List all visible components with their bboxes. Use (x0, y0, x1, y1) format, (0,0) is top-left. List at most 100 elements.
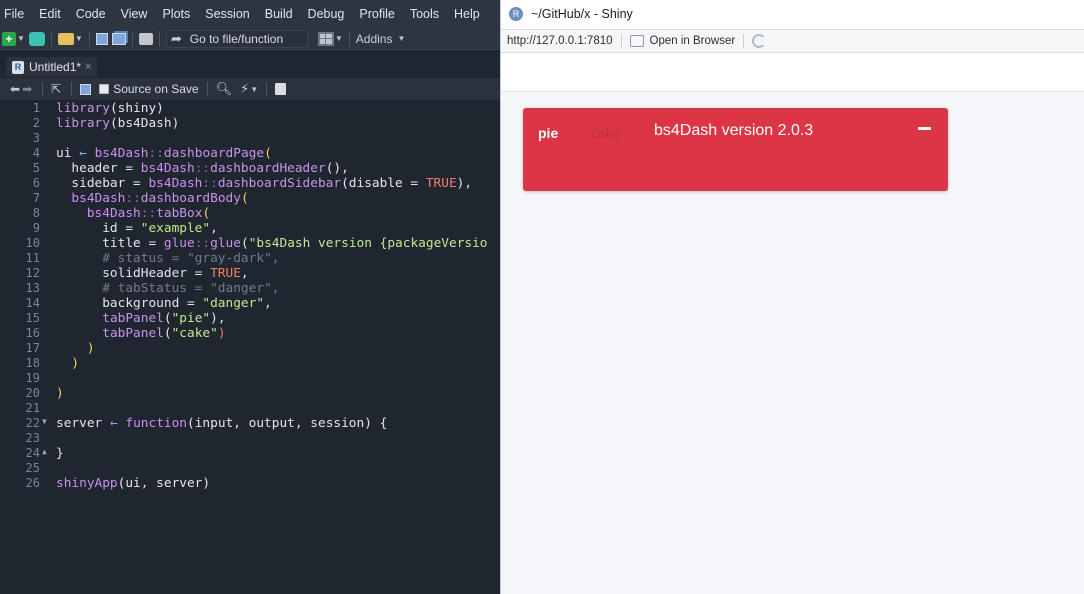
save-button[interactable] (95, 30, 108, 48)
back-arrow-icon[interactable]: ⬅ (10, 82, 20, 96)
code-line: 20) (25, 386, 64, 401)
menu-session[interactable]: Session (205, 7, 249, 21)
tab-box: pie cake bs4Dash version 2.0.3 (523, 108, 948, 191)
menu-plots[interactable]: Plots (162, 7, 190, 21)
fold-close-icon[interactable]: ▲ (42, 447, 50, 456)
toolbar-divider (348, 30, 350, 47)
tab-cake[interactable]: cake (591, 125, 621, 141)
code-line: 23 (25, 431, 40, 445)
toolbar-divider (131, 30, 133, 47)
menu-view[interactable]: View (121, 7, 148, 21)
goto-arrow-icon: ➦ (170, 30, 182, 46)
code-line: 4 ui ← bs4Dash::dashboardPage( (32, 146, 272, 161)
shiny-viewer-window: R ~/GitHub/x - Shiny http://127.0.0.1:78… (500, 0, 1084, 594)
chevron-down-icon: ▼ (17, 34, 25, 43)
menu-build[interactable]: Build (265, 7, 293, 21)
code-line: 10 title = glue::glue("bs4Dash version {… (25, 236, 488, 251)
toolbar-divider (71, 82, 73, 96)
menu-file[interactable]: File (4, 7, 24, 21)
toolbar-divider (266, 82, 268, 96)
code-line: 18 ) (25, 356, 80, 371)
addins-label: Addins (355, 31, 393, 46)
code-line: 17 ) (25, 341, 95, 356)
collapse-minus-icon[interactable] (918, 127, 931, 130)
menu-tools[interactable]: Tools (410, 7, 439, 21)
code-line: 15 tabPanel("pie"), (25, 311, 226, 326)
code-line: 3 (32, 131, 40, 145)
code-line: 19 (25, 371, 40, 385)
viewer-url-bar: http://127.0.0.1:7810 Open in Browser (501, 29, 1084, 53)
menu-help[interactable]: Help (454, 7, 480, 21)
code-line: 9 id = "example", (32, 221, 218, 236)
toolbar-divider (158, 30, 160, 47)
fold-open-icon[interactable]: ▼ (42, 417, 50, 426)
dashboard-header (501, 54, 1084, 92)
grid-icon (317, 31, 334, 46)
refresh-icon[interactable] (752, 34, 767, 48)
save-icon[interactable] (80, 83, 92, 95)
dashboard-body: pie cake bs4Dash version 2.0.3 (501, 93, 1084, 594)
viewer-url[interactable]: http://127.0.0.1:7810 (507, 35, 613, 47)
toolbar-divider (206, 82, 208, 96)
source-on-save-label: Source on Save (113, 82, 199, 96)
code-line: 13 # tabStatus = "danger", (25, 281, 280, 296)
r-script-icon: R (12, 60, 24, 74)
chevron-down-icon: ▼ (397, 34, 406, 43)
file-tab-label: Untitled1* (29, 60, 82, 74)
main-toolbar: + ▼ ▼ ➦ Go to file/function ▼ Addins ▼ (0, 28, 500, 50)
pane-layout-button[interactable]: ▼ (317, 30, 343, 48)
r-logo-icon: R (509, 7, 523, 21)
browser-icon (629, 35, 644, 47)
menu-edit[interactable]: Edit (39, 7, 61, 21)
show-in-window-icon[interactable]: ⇱ (51, 82, 61, 96)
open-in-browser-button[interactable]: Open in Browser (650, 35, 736, 47)
new-project-button[interactable] (28, 30, 45, 48)
addins-button[interactable]: Addins ▼ (356, 30, 406, 48)
code-line: 14 background = "danger", (25, 296, 272, 311)
go-to-file-input[interactable]: ➦ Go to file/function (165, 29, 308, 48)
code-line: 6 sidebar = bs4Dash::dashboardSidebar(di… (32, 176, 473, 191)
code-line: 11 # status = "gray-dark", (25, 251, 280, 266)
compile-report-icon[interactable] (275, 83, 287, 95)
code-line: 1 library(shiny) (32, 101, 164, 116)
print-button[interactable] (138, 30, 153, 48)
tab-pie[interactable]: pie (538, 125, 558, 141)
url-divider (620, 34, 622, 48)
menu-debug[interactable]: Debug (308, 7, 345, 21)
viewer-title: ~/GitHub/x - Shiny (531, 7, 633, 21)
viewer-title-bar: R ~/GitHub/x - Shiny (501, 0, 1084, 28)
forward-arrow-icon[interactable]: ➡ (22, 82, 32, 96)
new-file-icon: + (2, 31, 16, 46)
code-line: 8 bs4Dash::tabBox( (32, 206, 211, 221)
menu-bar: File Edit Code View Plots Session Build … (0, 0, 500, 28)
source-on-save-checkbox[interactable] (99, 84, 110, 94)
code-line: 24 ▲} (25, 446, 64, 461)
code-line: 26 shinyApp(ui, server) (25, 476, 211, 491)
toolbar-divider (50, 30, 52, 47)
search-icon[interactable]: 🔍︎ (216, 81, 233, 97)
chevron-down-icon: ▼ (74, 34, 83, 43)
code-line: 2 library(bs4Dash) (32, 116, 180, 131)
go-to-file-label: Go to file/function (189, 31, 284, 46)
menu-code[interactable]: Code (76, 7, 106, 21)
chevron-down-icon[interactable]: ▼ (250, 85, 258, 94)
close-icon[interactable]: × (85, 61, 91, 73)
new-file-button[interactable]: + ▼ (2, 30, 25, 48)
rstudio-ide: File Edit Code View Plots Session Build … (0, 0, 500, 594)
save-all-icon (111, 32, 126, 45)
open-file-button[interactable]: ▼ (57, 30, 83, 48)
tab-untitled1[interactable]: R Untitled1* × (6, 57, 98, 77)
print-icon (138, 32, 153, 45)
editor-tab-strip: R Untitled1* × (0, 55, 500, 77)
folder-icon (57, 32, 74, 45)
code-editor[interactable]: 1 library(shiny) 2 library(bs4Dash) 3 4 ui … (0, 101, 500, 594)
save-all-button[interactable] (111, 30, 126, 48)
magic-wand-icon[interactable]: ⚡︎ (240, 81, 249, 97)
code-line: 7 bs4Dash::dashboardBody( (32, 191, 249, 206)
save-icon (95, 32, 108, 45)
code-line: 22 ▼ server ← function(input, output, sess… (25, 416, 388, 431)
code-line: 12 solidHeader = TRUE, (25, 266, 249, 281)
toolbar-divider (88, 30, 90, 47)
chevron-down-icon: ▼ (334, 34, 343, 43)
menu-profile[interactable]: Profile (359, 7, 394, 21)
